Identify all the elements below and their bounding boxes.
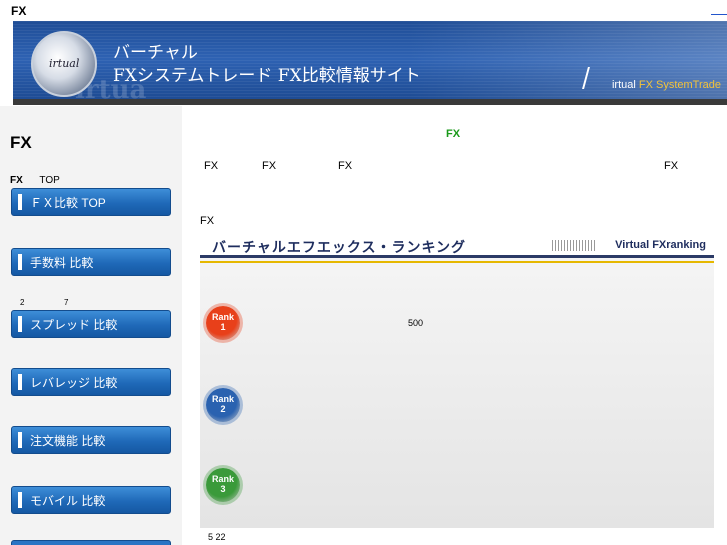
banner-brand-main: irtual bbox=[611, 79, 636, 91]
side-note-left: 2 bbox=[20, 298, 25, 307]
banner-brand-right: irtual FX SystemTrade bbox=[612, 79, 721, 91]
rank-1-value: 500 bbox=[408, 318, 424, 328]
site-header-banner[interactable]: irtua irtual バーチャル FXシステムトレード FX比較情報サイト … bbox=[13, 21, 727, 105]
nav-button-partial[interactable] bbox=[11, 540, 171, 545]
rank-label: Rank bbox=[211, 312, 234, 322]
nav-bar-icon bbox=[18, 492, 22, 508]
barcode-decoration-icon bbox=[552, 240, 596, 251]
rank-1-badge-icon: Rank 1 bbox=[206, 306, 240, 340]
main-fx-text-4: FX bbox=[664, 160, 679, 172]
main-fx-text-1: FX bbox=[204, 160, 219, 172]
nav-button-leverage[interactable]: レバレッジ 比較 bbox=[11, 368, 171, 396]
top-right-link[interactable] bbox=[711, 14, 727, 15]
nav-button-fx-top[interactable]: ＦＸ比較 TOP bbox=[11, 188, 171, 216]
rank-label: Rank bbox=[211, 394, 234, 404]
nav-button-label: モバイル 比較 bbox=[30, 493, 106, 508]
ranking-title: バーチャルエフエックス・ランキング bbox=[212, 239, 467, 255]
site-title-line1: バーチャル bbox=[113, 43, 198, 63]
ranking-header-underline bbox=[200, 261, 714, 263]
sidebar: FX FX TOP ＦＸ比較 TOP 手数料 比較 2 7 スプレッド 比較 レ… bbox=[0, 106, 182, 545]
nav-button-label: 注文機能 比較 bbox=[30, 433, 106, 448]
ranking-title-en: Virtual FXranking bbox=[615, 239, 706, 251]
breadcrumb-current[interactable]: TOP bbox=[39, 175, 59, 186]
nav-button-label: 手数料 比較 bbox=[30, 255, 94, 270]
nav-button-spread[interactable]: スプレッド 比較 bbox=[11, 310, 171, 338]
site-title-line2: FXシステムトレード FX比較情報サイト bbox=[113, 66, 421, 86]
ranking-panel: バーチャルエフエックス・ランキング Virtual FXranking Rank… bbox=[200, 234, 714, 528]
nav-button-label: ＦＸ比較 TOP bbox=[30, 195, 106, 210]
nav-button-label: スプレッド 比較 bbox=[30, 317, 118, 332]
rank-number: 2 bbox=[220, 404, 226, 414]
logo-text: irtual bbox=[49, 57, 80, 70]
nav-bar-icon bbox=[18, 316, 22, 332]
nav-button-mobile[interactable]: モバイル 比較 bbox=[11, 486, 171, 514]
rank-label: Rank bbox=[211, 474, 234, 484]
nav-bar-icon bbox=[18, 194, 22, 210]
nav-button-order[interactable]: 注文機能 比較 bbox=[11, 426, 171, 454]
breadcrumb-root: FX bbox=[10, 175, 23, 186]
nav-button-label: レバレッジ 比較 bbox=[30, 375, 118, 390]
nav-bar-icon bbox=[18, 374, 22, 390]
rank-3-badge-icon: Rank 3 bbox=[206, 468, 240, 502]
nav-button-fee[interactable]: 手数料 比較 bbox=[11, 248, 171, 276]
rank-2-badge-icon: Rank 2 bbox=[206, 388, 240, 422]
main-heading-fx: FX bbox=[446, 128, 461, 140]
sidebar-title: FX bbox=[10, 133, 32, 152]
ranking-header: バーチャルエフエックス・ランキング Virtual FXranking bbox=[200, 234, 714, 258]
banner-bottom-bar bbox=[13, 99, 727, 105]
section-label: FX bbox=[200, 215, 215, 227]
rank-number: 1 bbox=[220, 322, 226, 332]
footer-number: 5 22 bbox=[208, 532, 226, 542]
side-note-right: 7 bbox=[64, 298, 69, 307]
rank-number: 3 bbox=[220, 484, 226, 494]
banner-brand-accent: FX SystemTrade bbox=[638, 79, 721, 91]
banner-shine bbox=[407, 21, 727, 105]
main-fx-text-3: FX bbox=[338, 160, 353, 172]
page-top-label: FX bbox=[11, 4, 27, 18]
nav-bar-icon bbox=[18, 432, 22, 448]
nav-bar-icon bbox=[18, 254, 22, 270]
breadcrumb: FX TOP bbox=[10, 175, 60, 186]
main-fx-text-2: FX bbox=[262, 160, 277, 172]
